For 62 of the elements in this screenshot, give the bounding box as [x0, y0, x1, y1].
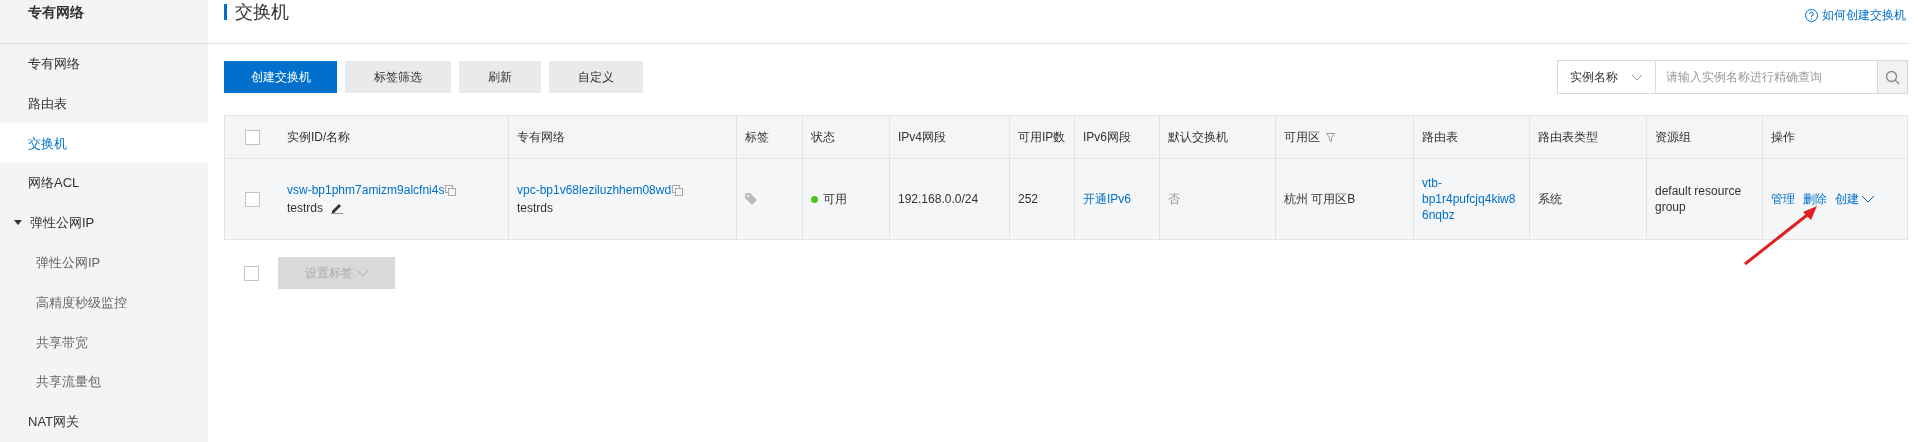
sidebar-item[interactable]: 路由表	[0, 83, 208, 124]
copy-icon[interactable]	[672, 184, 684, 196]
sidebar-item[interactable]: 网络ACL	[0, 163, 208, 204]
toolbar-button[interactable]: 创建交换机	[224, 61, 337, 93]
column-header: 可用IP数	[1018, 129, 1066, 146]
column-header: 默认交换机	[1168, 129, 1228, 146]
table-cell-text: testrds	[287, 200, 323, 217]
column-header: 资源组	[1655, 129, 1691, 146]
filter-icon[interactable]	[1326, 132, 1335, 142]
sidebar-title: 专有网络	[28, 3, 84, 22]
link[interactable]: 管理	[1771, 190, 1795, 208]
pencil-icon[interactable]	[331, 202, 343, 214]
column-header: 专有网络	[517, 129, 565, 146]
table-cell-text: 252	[1018, 191, 1039, 208]
search-icon	[1885, 69, 1900, 85]
table-cell-text: 可用	[823, 191, 847, 208]
search-field[interactable]: 请输入实例名称进行精确查询	[1656, 60, 1877, 94]
toolbar-button[interactable]: 标签筛选	[345, 61, 451, 93]
link[interactable]: vsw-bp1phm7amizm9alcfni4s	[287, 181, 445, 199]
chevron-down-icon	[1631, 73, 1643, 81]
column-header: 实例ID/名称	[287, 129, 351, 146]
link[interactable]: vtb-bp1r4pufcjq4kiw86nqbz	[1422, 175, 1520, 223]
link[interactable]: vpc-bp1v68leziluzhhem08wd	[517, 181, 672, 199]
checkbox[interactable]	[244, 129, 260, 145]
table-cell-text: testrds	[517, 200, 554, 217]
column-header: IPv4网段	[898, 129, 946, 146]
help-icon	[1805, 8, 1818, 22]
column-header: 操作	[1771, 129, 1795, 146]
search-type-select[interactable]: 实例名称	[1557, 60, 1656, 94]
table-cell-text: 否	[1168, 191, 1180, 208]
sidebar-item[interactable]: 弹性公网IP	[0, 203, 208, 243]
checkbox[interactable]	[243, 265, 259, 281]
column-header: IPv6网段	[1083, 129, 1131, 146]
column-header: 路由表	[1422, 129, 1458, 146]
link[interactable]: 开通IPv6	[1083, 190, 1131, 208]
link[interactable]: 创建	[1835, 190, 1859, 208]
table-cell-text: 杭州 可用区B	[1284, 191, 1356, 208]
copy-icon[interactable]	[445, 184, 457, 196]
sidebar-item[interactable]: 共享带宽	[0, 322, 208, 363]
chevron-down-icon[interactable]	[1861, 195, 1875, 203]
checkbox[interactable]	[244, 191, 260, 207]
toolbar-button[interactable]: 刷新	[459, 61, 541, 93]
tag-icon[interactable]	[745, 193, 757, 205]
column-header: 标签	[745, 129, 769, 146]
column-header: 可用区	[1284, 129, 1320, 146]
page-title: 交换机	[235, 2, 289, 22]
sidebar-item[interactable]: 共享流量包	[0, 362, 208, 403]
search-button[interactable]	[1877, 60, 1908, 94]
sidebar-item[interactable]: 弹性公网IP	[0, 242, 208, 283]
column-header: 路由表类型	[1538, 129, 1598, 146]
sidebar-item[interactable]: 高精度秒级监控	[0, 282, 208, 323]
chevron-down-icon	[356, 269, 369, 277]
sidebar-item[interactable]: 专有网络	[0, 43, 208, 84]
sidebar-item[interactable]: NAT网关	[0, 402, 208, 442]
table-cell-text: 192.168.0.0/24	[898, 191, 979, 208]
link[interactable]: 如何创建交换机	[1822, 6, 1906, 24]
table-cell-text: default resource group	[1655, 183, 1743, 215]
column-header: 状态	[811, 129, 835, 146]
sidebar-item[interactable]: 交换机	[0, 123, 208, 164]
link[interactable]: 删除	[1803, 190, 1827, 208]
toolbar-button[interactable]: 自定义	[549, 61, 643, 93]
table-cell-text: 系统	[1538, 191, 1562, 208]
